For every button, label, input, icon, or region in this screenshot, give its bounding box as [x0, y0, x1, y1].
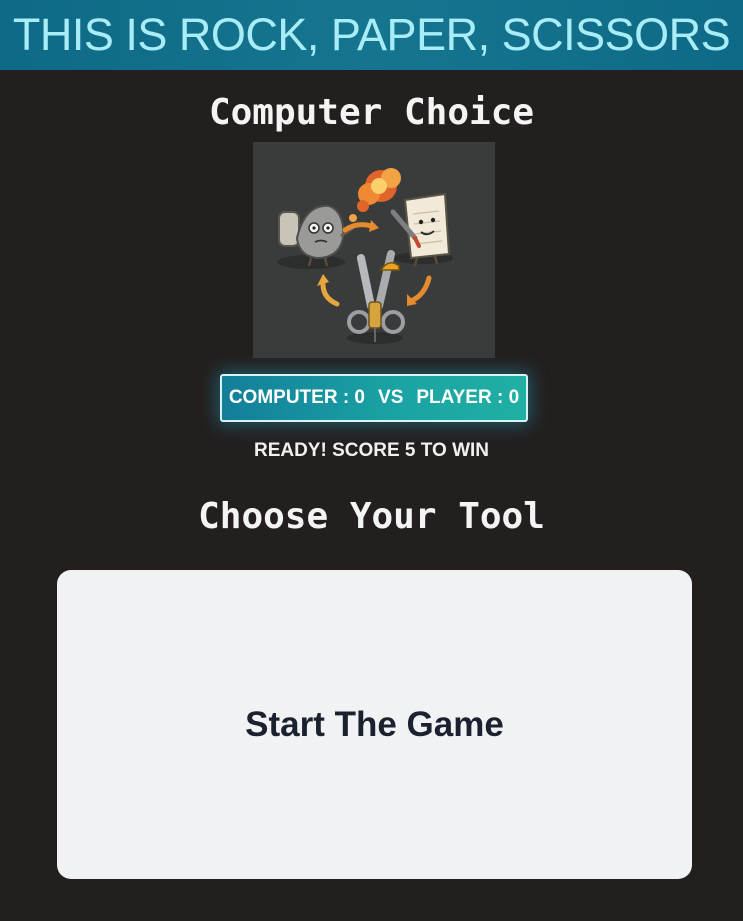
game-status: READY! SCORE 5 TO WIN: [253, 440, 490, 461]
top-banner: THIS IS ROCK, PAPER, SCISSORS: [0, 0, 743, 70]
computer-score: COMPUTER : 0: [228, 387, 366, 408]
computer-choice-image: [253, 142, 495, 358]
rock-paper-scissors-cycle-icon: [277, 168, 453, 344]
game-title: THIS IS ROCK, PAPER, SCISSORS: [12, 9, 731, 60]
player-score: PLAYER : 0: [416, 387, 520, 408]
versus-label: VS: [378, 387, 404, 408]
start-game-button[interactable]: Start The Game: [57, 570, 692, 879]
start-game-label: Start The Game: [245, 704, 504, 744]
choose-tool-title: Choose Your Tool: [198, 496, 545, 537]
computer-choice-title: Computer Choice: [208, 92, 535, 133]
scoreboard: COMPUTER : 0 VS PLAYER : 0: [220, 374, 528, 422]
